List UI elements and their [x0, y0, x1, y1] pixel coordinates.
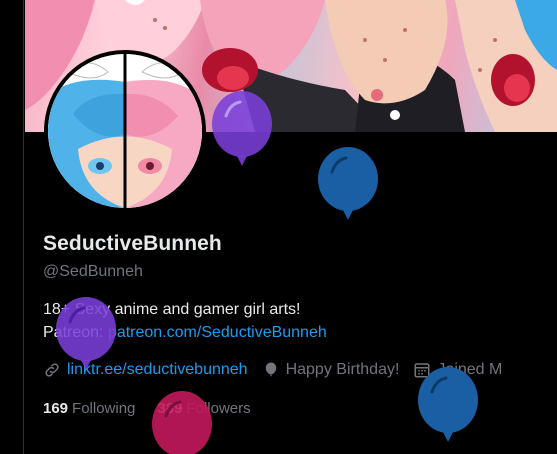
profile-avatar[interactable]	[44, 50, 206, 212]
bio-line-2: Patreon: patreon.com/SeductiveBunneh	[43, 321, 543, 344]
left-navigation-rail	[0, 0, 24, 454]
patreon-link[interactable]: patreon.com/SeductiveBunneh	[108, 324, 327, 341]
following-count: 169	[43, 400, 69, 417]
balloon-icon	[265, 362, 276, 377]
birthday-balloon-blue-1	[318, 147, 378, 220]
bio-line-1: 18+ Sexy anime and gamer girl arts!	[43, 301, 301, 318]
birthday-balloon-purple-2	[56, 297, 116, 370]
profile-handle: @SedBunneh	[43, 263, 143, 280]
profile-bio: 18+ Sexy anime and gamer girl arts! Patr…	[43, 298, 543, 344]
profile-birthday: Happy Birthday!	[262, 361, 400, 379]
birthday-balloon-purple-1	[212, 91, 272, 166]
profile-display-name: SeductiveBunneh	[43, 232, 222, 255]
birthday-balloon-pink	[152, 391, 212, 454]
birthday-text: Happy Birthday!	[285, 361, 400, 378]
following-stat[interactable]: 169 Following	[43, 400, 135, 417]
following-label: Following	[72, 400, 136, 417]
birthday-balloon-blue-2	[418, 367, 478, 442]
avatar-artwork	[48, 54, 202, 208]
